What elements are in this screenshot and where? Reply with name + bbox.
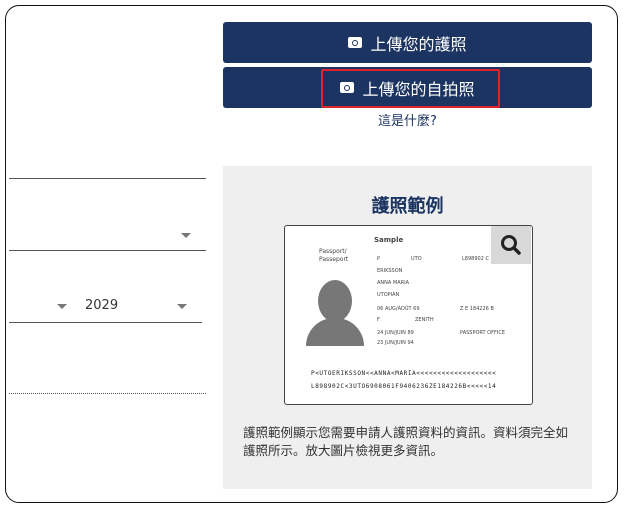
pp-given: ANNA MARIA <box>377 280 410 286</box>
field-underline-dotted <box>9 393 206 394</box>
pp-surname: ERIKSSON <box>377 268 403 274</box>
passport-label: Passport/ Passeport <box>319 248 349 263</box>
search-icon <box>501 235 521 255</box>
pp-number: L898902 C <box>462 256 489 262</box>
pp-issue: 24 JUN/JUIN 89 <box>377 330 414 336</box>
pp-expiry: 23 JUN/JUIN 94 <box>377 340 414 346</box>
sample-description: 護照範例顯示您需要申請人護照資料的資訊。資料須完全如護照所示。放大圖片檢視更多資… <box>243 425 569 458</box>
month-dropdown-arrow-icon[interactable] <box>57 304 67 309</box>
zoom-button[interactable] <box>491 226 531 264</box>
dropdown-arrow-icon[interactable] <box>181 233 191 238</box>
camera-icon <box>348 37 363 48</box>
passport-heading: Sample <box>374 236 404 244</box>
whats-this-link[interactable]: 這是什麼? <box>223 110 592 129</box>
pp-type: P <box>377 256 381 262</box>
pp-personal: Z E 184226 B <box>460 306 494 312</box>
pp-country: UTO <box>411 256 422 262</box>
pp-mrz-line-2: L898902C<3UTO6908061F9406236ZE184226B<<<… <box>311 383 497 390</box>
pp-dob: 06 AUG/AOÛT 69 <box>377 306 420 312</box>
person-silhouette-icon <box>318 280 352 322</box>
pp-sex: F <box>377 317 380 323</box>
year-select-value[interactable]: 2029 <box>85 298 118 313</box>
passport-sample-image[interactable]: Sample Passport/ Passeport P UTO L898902… <box>284 225 533 405</box>
window: 2029 上傳您的護照 上傳您的自拍照 這是什麼? 護照範例 Sample Pa… <box>5 5 618 503</box>
field-underline <box>9 250 206 251</box>
field-underline <box>9 178 206 179</box>
sample-panel: 護照範例 Sample Passport/ Passeport P UTO L8… <box>223 166 592 489</box>
year-dropdown-arrow-icon[interactable] <box>177 304 187 309</box>
upload-passport-button[interactable]: 上傳您的護照 <box>223 22 592 63</box>
pp-place: ZENITH <box>415 317 434 323</box>
pp-authority: PASSPORT OFFICE <box>460 330 505 336</box>
field-underline <box>9 322 202 323</box>
sample-title: 護照範例 <box>371 196 444 217</box>
upload-passport-label: 上傳您的護照 <box>370 34 467 54</box>
person-silhouette-body <box>306 318 364 346</box>
highlight-box <box>321 69 500 108</box>
pp-mrz-line-1: P<UTOERIKSSON<<ANNA<MARIA<<<<<<<<<<<<<<<… <box>311 370 497 377</box>
pp-nationality: UTOPIAN <box>377 292 400 298</box>
